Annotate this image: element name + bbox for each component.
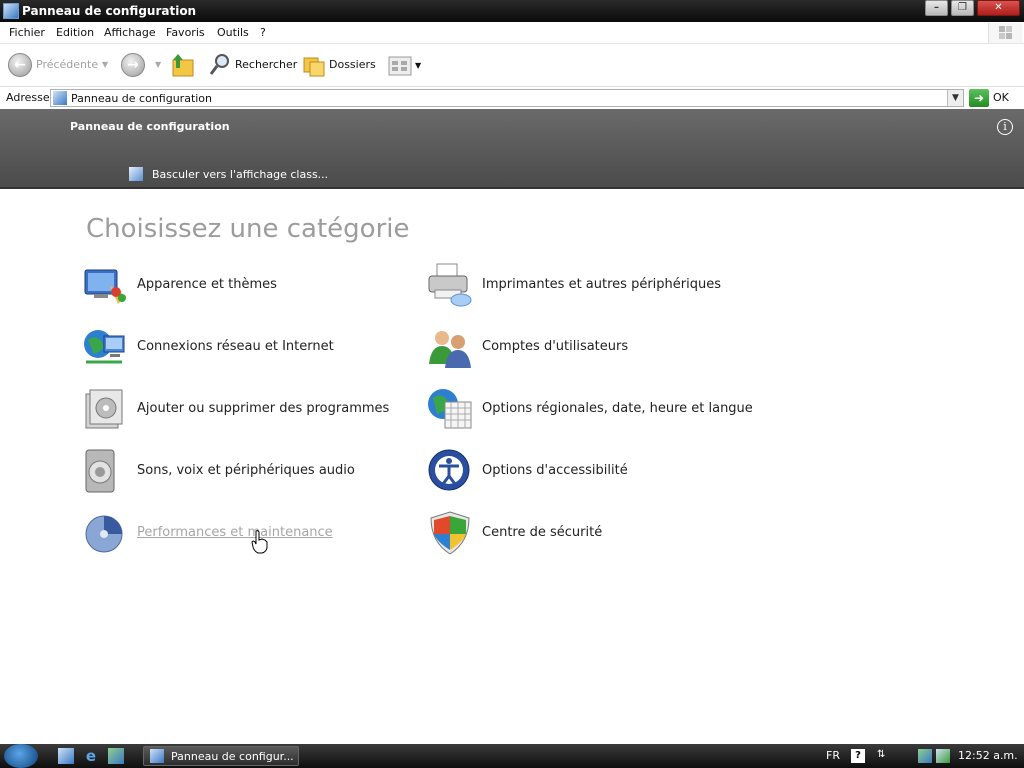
switch-classic-view-link[interactable]: Basculer vers l'affichage class... — [152, 168, 328, 181]
menu-fichier[interactable]: Fichier — [9, 26, 45, 39]
programs-icon — [85, 389, 123, 429]
sound-icon — [85, 449, 115, 493]
menu-outils[interactable]: Outils — [217, 26, 249, 39]
category-label[interactable]: Ajouter ou supprimer des programmes — [137, 401, 389, 416]
window-title: Panneau de configuration — [22, 4, 197, 18]
language-bar-icon[interactable]: ⇅ — [877, 749, 885, 760]
folders-icon[interactable] — [302, 52, 326, 78]
network-tray-icon[interactable] — [936, 749, 950, 763]
menu-favoris[interactable]: Favoris — [166, 26, 205, 39]
info-icon[interactable]: i — [997, 119, 1013, 135]
forward-arrow-icon[interactable]: → — [121, 53, 145, 77]
control-panel-icon — [3, 3, 19, 19]
category-users[interactable]: Comptes d'utilisateurs — [427, 324, 747, 372]
security-shield-icon — [430, 511, 470, 555]
language-indicator[interactable]: FR — [826, 749, 840, 762]
folders-button-label[interactable]: Dossiers — [329, 58, 376, 71]
system-tray: FR ? ⇅ 12:52 a.m. — [820, 744, 1024, 768]
back-arrow-icon[interactable]: ← — [8, 53, 32, 77]
category-security[interactable]: Centre de sécurité — [427, 510, 747, 558]
internet-explorer-icon[interactable]: e — [83, 748, 99, 764]
category-label[interactable]: Connexions réseau et Internet — [137, 339, 334, 354]
banner-title: Panneau de configuration — [70, 120, 230, 133]
title-bar: Panneau de configuration – ❐ ✕ — [0, 0, 1024, 22]
control-panel-icon — [150, 749, 164, 763]
category-label[interactable]: Options régionales, date, heure et langu… — [482, 401, 753, 416]
accessibility-icon — [428, 449, 470, 491]
category-accessibility[interactable]: Options d'accessibilité — [427, 448, 747, 496]
users-icon — [429, 331, 471, 368]
control-panel-icon — [53, 91, 67, 105]
security-tray-icon[interactable] — [918, 749, 932, 763]
control-panel-window: Panneau de configuration – ❐ ✕ Fichier E… — [0, 0, 1024, 744]
category-printers[interactable]: Imprimantes et autres périphériques — [427, 262, 747, 310]
category-label[interactable]: Performances et maintenance — [137, 525, 333, 540]
search-icon[interactable] — [208, 52, 232, 78]
network-quicklaunch-icon[interactable] — [108, 748, 124, 764]
category-programs[interactable]: Ajouter ou supprimer des programmes — [82, 386, 402, 434]
menu-help[interactable]: ? — [260, 26, 266, 39]
address-bar: Adresse Panneau de configuration ▼ ➜ OK — [0, 86, 1024, 108]
category-performance[interactable]: Performances et maintenance — [82, 510, 382, 558]
category-label[interactable]: Centre de sécurité — [482, 525, 602, 540]
menu-affichage[interactable]: Affichage — [104, 26, 156, 39]
views-dropdown-icon[interactable]: ▼ — [415, 61, 421, 70]
category-label[interactable]: Comptes d'utilisateurs — [482, 339, 628, 354]
clock[interactable]: 12:52 a.m. — [958, 749, 1018, 762]
category-label[interactable]: Apparence et thèmes — [137, 277, 277, 292]
toolbar: ← Précédente ▼ → ▼ Rechercher Dossiers ▼ — [0, 44, 1024, 86]
menu-bar: Fichier Edition Affichage Favoris Outils… — [0, 22, 1024, 44]
header-banner: Panneau de configuration Basculer vers l… — [0, 109, 1024, 189]
address-dropdown-icon[interactable]: ▼ — [947, 90, 963, 106]
performance-icon — [85, 515, 123, 553]
category-network[interactable]: Connexions réseau et Internet — [82, 324, 382, 372]
views-icon[interactable] — [388, 56, 412, 76]
address-input[interactable]: Panneau de configuration ▼ — [50, 89, 964, 107]
category-label[interactable]: Options d'accessibilité — [482, 463, 628, 478]
switch-view-icon[interactable] — [129, 167, 143, 181]
taskbar: e Panneau de configur... FR ? ⇅ 12:52 a.… — [0, 744, 1024, 768]
taskbar-window-button[interactable]: Panneau de configur... — [143, 746, 299, 766]
category-label[interactable]: Imprimantes et autres périphériques — [482, 277, 721, 292]
category-appearance[interactable]: Apparence et thèmes — [82, 262, 382, 310]
forward-dropdown-icon[interactable]: ▼ — [155, 60, 161, 69]
address-label: Adresse — [6, 91, 50, 104]
help-icon[interactable]: ? — [851, 749, 865, 763]
regional-icon — [428, 389, 472, 429]
page-heading: Choisissez une catégorie — [86, 214, 410, 244]
minimize-button[interactable]: – — [925, 0, 948, 16]
close-button[interactable]: ✕ — [977, 0, 1020, 16]
go-arrow-icon[interactable]: ➜ — [969, 89, 989, 107]
windows-logo-icon — [988, 23, 1022, 43]
network-icon — [84, 330, 125, 364]
address-value: Panneau de configuration — [71, 92, 213, 105]
hand-cursor-icon — [251, 530, 268, 554]
category-label[interactable]: Sons, voix et périphériques audio — [137, 463, 355, 478]
appearance-icon — [84, 269, 126, 304]
restore-button[interactable]: ❐ — [951, 0, 974, 16]
back-button-label[interactable]: Précédente — [36, 58, 98, 71]
up-folder-icon[interactable] — [171, 52, 195, 78]
show-desktop-icon[interactable] — [58, 748, 74, 764]
back-dropdown-icon[interactable]: ▼ — [102, 60, 108, 69]
start-button[interactable] — [4, 744, 38, 768]
menu-edition[interactable]: Edition — [56, 26, 94, 39]
search-button-label[interactable]: Rechercher — [235, 58, 297, 71]
category-regional[interactable]: Options régionales, date, heure et langu… — [427, 386, 787, 434]
category-sound[interactable]: Sons, voix et périphériques audio — [82, 448, 382, 496]
printer-icon — [428, 263, 472, 307]
taskbar-window-label: Panneau de configur... — [171, 750, 294, 763]
go-button-label[interactable]: OK — [993, 91, 1009, 104]
